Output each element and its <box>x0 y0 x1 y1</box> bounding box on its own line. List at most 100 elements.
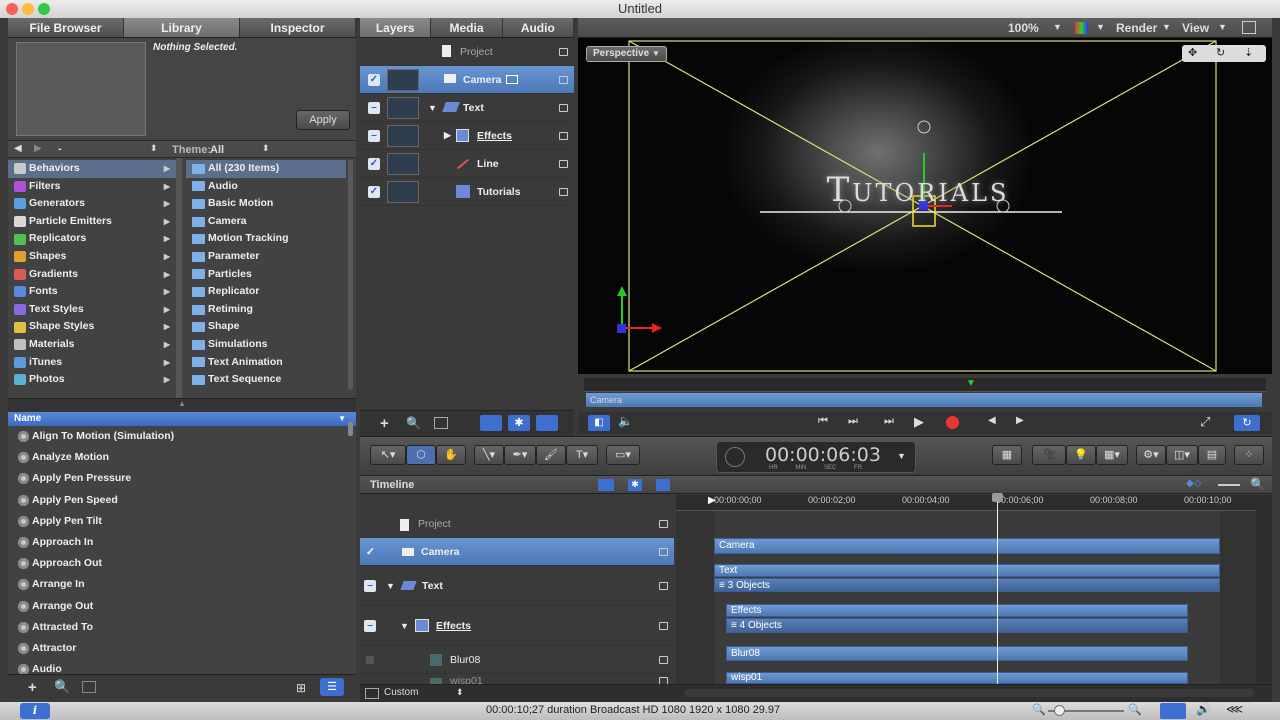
snapping-icon[interactable]: ⋘ <box>1226 702 1243 716</box>
masks-toggle-icon[interactable] <box>536 415 558 431</box>
add-layer-icon[interactable]: + <box>380 415 389 432</box>
disclosure-open-icon[interactable]: ▼ <box>400 621 409 631</box>
behavior-list-item[interactable]: Approach In <box>8 532 356 553</box>
behavior-list-item[interactable]: Apply Pen Speed <box>8 490 356 511</box>
in-point-marker-icon[interactable]: ▶ <box>708 495 716 506</box>
library-category-item[interactable]: iTunes ▶ <box>8 354 176 372</box>
go-to-start-icon[interactable]: ⏮ <box>818 415 828 428</box>
layout-icon[interactable] <box>1242 21 1256 34</box>
tab-audio[interactable]: Audio <box>503 18 574 37</box>
timeline-v-scroll[interactable] <box>1256 495 1272 684</box>
thumbnail-toggle-icon[interactable] <box>434 417 448 429</box>
zoom-in-icon[interactable]: 🔍 <box>1128 703 1142 716</box>
layer-row-text[interactable]: – ▼ Text <box>360 94 574 122</box>
bar-effects-objects[interactable]: ≡ 4 Objects <box>726 618 1188 633</box>
library-category-item[interactable]: Shape Styles ▶ <box>8 318 176 336</box>
zoom-out-icon[interactable]: 🔍 <box>1032 703 1046 716</box>
timeline-row-project[interactable]: Project <box>360 510 674 538</box>
behavior-list-item[interactable]: Attracted To <box>8 617 356 638</box>
layer-checkbox[interactable]: – <box>364 580 376 592</box>
library-subcategory-item[interactable]: Parameter <box>186 248 346 266</box>
lock-icon[interactable] <box>659 519 668 528</box>
paint-tool-button[interactable]: 🖌 <box>536 445 566 465</box>
tab-file-browser[interactable]: File Browser <box>8 18 124 37</box>
lock-icon[interactable] <box>559 159 568 168</box>
pan-icon[interactable]: ✥ <box>1188 46 1197 59</box>
play-icon[interactable]: ▶ <box>914 414 924 430</box>
lock-icon[interactable] <box>559 47 568 56</box>
orbit-icon[interactable]: ↻ <box>1216 46 1225 59</box>
library-subcategory-item[interactable]: Text Sequence <box>186 371 346 389</box>
filter-layers-icon[interactable] <box>480 415 502 431</box>
text-tool-button[interactable]: T▾ <box>566 445 598 465</box>
canvas-title-text[interactable]: Tutorials <box>773 170 1063 210</box>
layer-checkbox[interactable]: ✓ <box>368 74 380 86</box>
library-subcategory-item[interactable]: Audio <box>186 178 346 196</box>
select-tool-button[interactable]: ↖▾ <box>370 445 406 465</box>
render-menu[interactable]: Render <box>1116 21 1157 35</box>
layer-checkbox[interactable]: – <box>368 130 380 142</box>
library-subcategory-item[interactable]: Shape <box>186 318 346 336</box>
bezier-tool-button[interactable]: ✒▾ <box>504 445 536 465</box>
library-subcategory-item[interactable]: Replicator <box>186 283 346 301</box>
behavior-list-item[interactable]: Analyze Motion <box>8 447 356 468</box>
tab-inspector[interactable]: Inspector <box>240 18 356 37</box>
disclosure-closed-icon[interactable]: ▶ <box>444 130 451 141</box>
playhead-line[interactable] <box>997 495 998 684</box>
render-chevron-icon[interactable]: ▼ <box>1162 22 1171 32</box>
show-behaviors-icon[interactable]: ✱ <box>628 479 642 491</box>
sort-chevron-icon[interactable]: ▼ <box>338 412 346 426</box>
library-subcategory-item[interactable]: Camera <box>186 213 346 231</box>
list-header-name[interactable]: Name ▼ <box>8 412 356 426</box>
zoom-window-button[interactable] <box>38 3 50 15</box>
timeline-row-camera[interactable]: ✓ Camera <box>360 538 674 566</box>
library-subcategory-item[interactable]: Text Animation <box>186 354 346 372</box>
behaviors-toggle-icon[interactable]: ✱ <box>508 415 530 431</box>
bar-blur[interactable]: Blur08 <box>726 646 1188 661</box>
minimize-window-button[interactable] <box>22 3 34 15</box>
split-handle[interactable]: ▲ <box>8 398 356 412</box>
dolly-icon[interactable]: ⇣ <box>1244 46 1253 59</box>
library-subcategory-item[interactable]: Retiming <box>186 301 346 319</box>
library-subcategory-item[interactable]: All (230 Items) <box>186 160 346 178</box>
tab-media[interactable]: Media <box>431 18 503 37</box>
canvas-viewer[interactable]: Tutorials Perspective ▼ ✥ ↻ ⇣ <box>578 38 1272 374</box>
layer-row-line[interactable]: ✓ Line <box>360 150 574 178</box>
timeline-ruler[interactable]: 00:00:00;00 00:00:02;00 00:00:04;00 00:0… <box>676 495 1256 511</box>
record-icon[interactable] <box>946 416 959 429</box>
disclosure-open-icon[interactable]: ▼ <box>428 103 437 113</box>
preview-toggle-icon[interactable] <box>82 681 96 693</box>
bar-text-objects[interactable]: ≡ 3 Objects <box>714 578 1220 592</box>
bar-text[interactable]: Text <box>714 564 1220 577</box>
step-forward-icon[interactable]: ⏭ <box>884 415 894 428</box>
timeline-row-blur[interactable]: Blur08 <box>360 646 674 674</box>
behavior-list-item[interactable]: Attractor <box>8 638 356 659</box>
timeline-toggle-button[interactable]: ▦ <box>992 445 1022 465</box>
transform-tool-button[interactable]: ⬡ <box>406 445 436 465</box>
view-menu[interactable]: View <box>1182 21 1209 35</box>
info-icon[interactable]: i <box>20 703 50 719</box>
behavior-list-item[interactable]: Align To Motion (Simulation) <box>8 426 356 447</box>
behaviors-button[interactable]: ⚙▾ <box>1136 445 1166 465</box>
bar-wisp[interactable]: wisp01 <box>726 672 1188 684</box>
mini-ruler[interactable]: ▼ <box>584 378 1266 392</box>
tab-library[interactable]: Library <box>124 18 240 37</box>
custom-preset-label[interactable]: Custom <box>384 687 418 698</box>
library-category-item[interactable]: Text Styles ▶ <box>8 301 176 319</box>
close-window-button[interactable] <box>6 3 18 15</box>
fullscreen-icon[interactable]: ⤢ <box>1200 414 1210 430</box>
pan-tool-button[interactable]: ✋ <box>436 445 466 465</box>
library-category-item[interactable]: Gradients ▶ <box>8 266 176 284</box>
library-category-item[interactable]: Particle Emitters ▶ <box>8 213 176 231</box>
checkbox-checked-icon[interactable]: ✓ <box>366 546 375 558</box>
line-tool-button[interactable]: ╲▾ <box>474 445 504 465</box>
search-icon[interactable]: 🔍 <box>54 679 70 695</box>
lock-icon[interactable] <box>559 187 568 196</box>
step-back-icon[interactable]: ⏭ <box>848 415 858 428</box>
lock-icon[interactable] <box>659 581 668 590</box>
mask-tool-button[interactable]: ▭▾ <box>606 445 640 465</box>
library-category-item[interactable]: Shapes ▶ <box>8 248 176 266</box>
library-category-item[interactable]: Behaviors ▶ <box>8 160 176 178</box>
show-masks-icon[interactable] <box>656 479 670 491</box>
timeline-tracks[interactable]: 00:00:00;00 00:00:02;00 00:00:04;00 00:0… <box>676 493 1256 684</box>
